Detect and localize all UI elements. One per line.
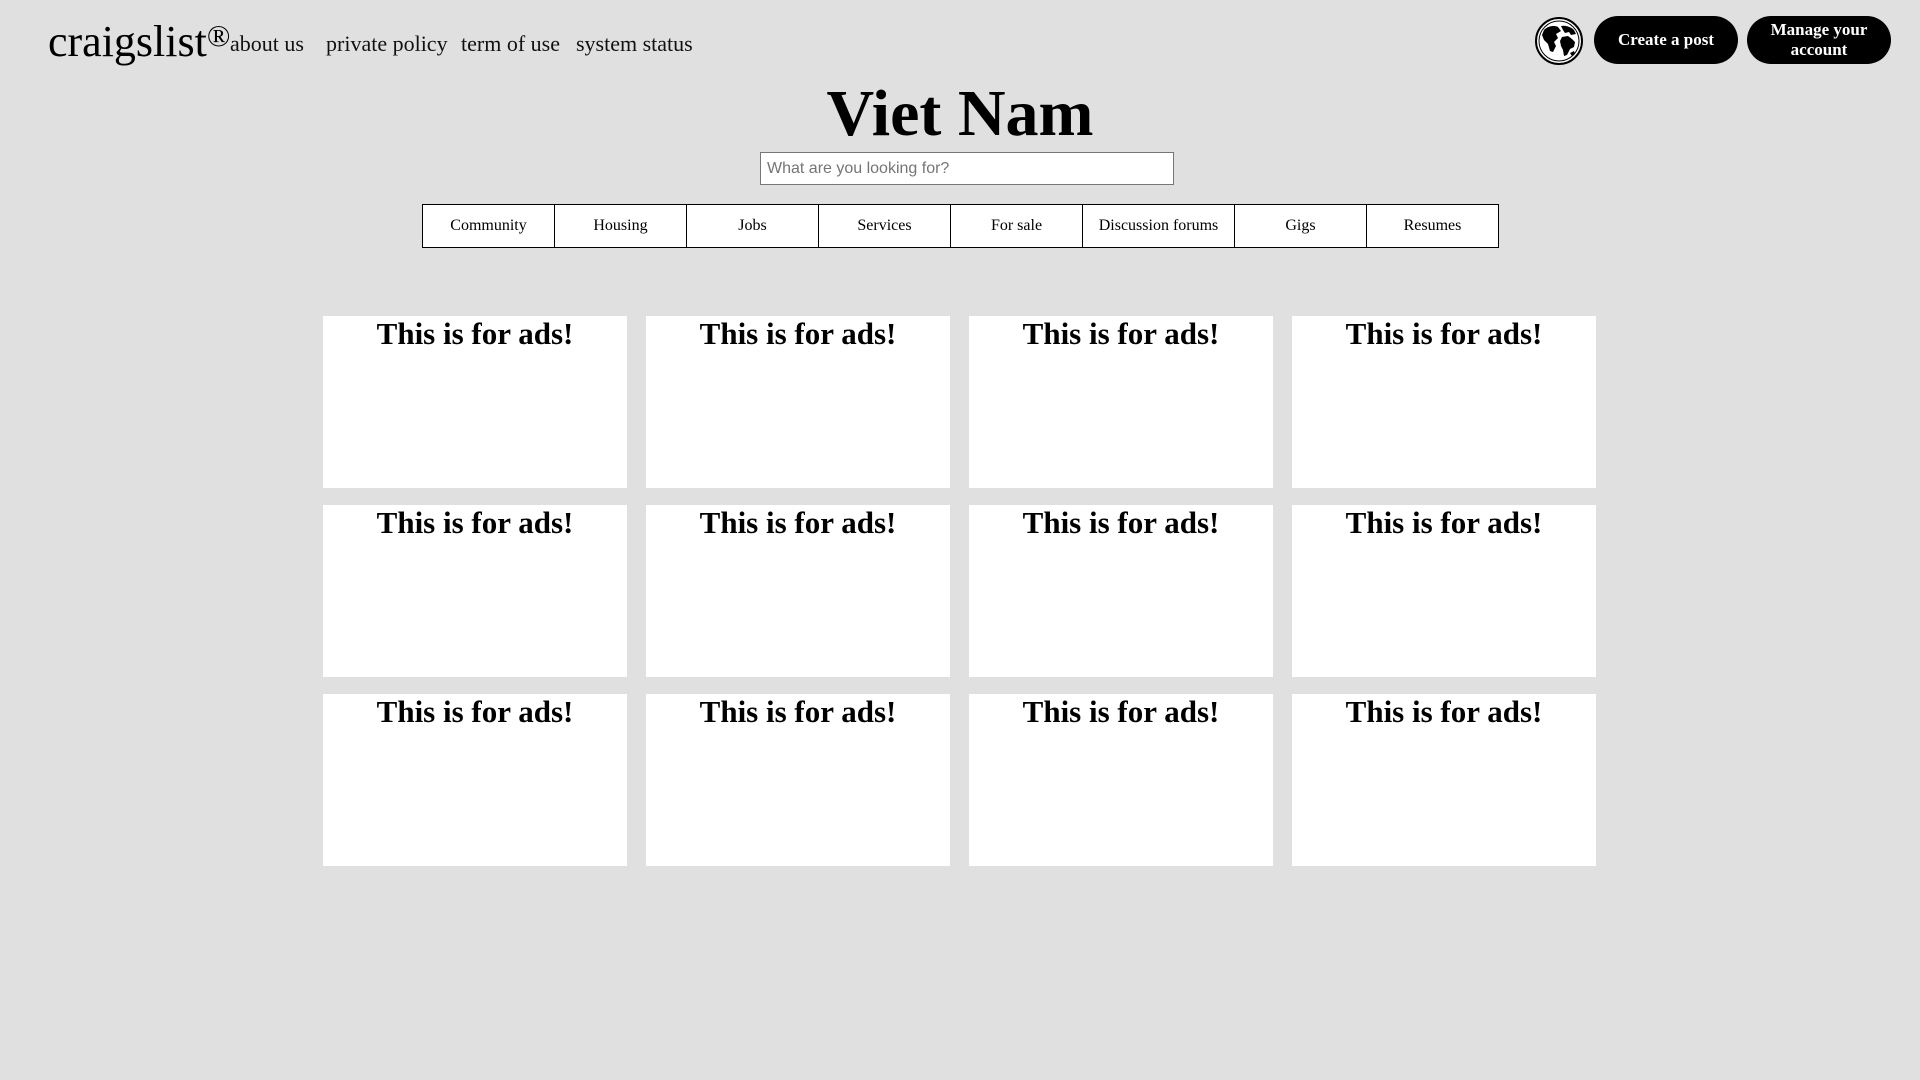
ad-card[interactable]: This is for ads! [323,505,627,677]
ad-card[interactable]: This is for ads! [1292,316,1596,488]
ad-text: This is for ads! [1022,694,1220,729]
brand-name: craigslist [48,17,207,66]
ad-text: This is for ads! [376,694,574,729]
ad-card[interactable]: This is for ads! [646,694,950,866]
tab-for-sale[interactable]: For sale [950,204,1083,248]
ad-text: This is for ads! [376,505,574,540]
ad-text: This is for ads! [1345,505,1543,540]
ad-card[interactable]: This is for ads! [323,694,627,866]
ad-card[interactable]: This is for ads! [646,316,950,488]
ad-text: This is for ads! [1345,694,1543,729]
tab-jobs[interactable]: Jobs [686,204,819,248]
search-input[interactable] [760,152,1174,185]
create-post-button[interactable]: Create a post [1594,16,1738,64]
page: craigslist® about us private policy term… [0,0,1920,1080]
tab-services[interactable]: Services [818,204,951,248]
tab-gigs[interactable]: Gigs [1234,204,1367,248]
tab-community[interactable]: Community [422,204,555,248]
ad-text: This is for ads! [699,694,897,729]
tab-housing[interactable]: Housing [554,204,687,248]
manage-account-button[interactable]: Manage your account [1747,16,1891,64]
ad-text: This is for ads! [376,316,574,351]
registered-mark: ® [206,18,231,53]
ad-card[interactable]: This is for ads! [969,694,1273,866]
ad-text: This is for ads! [699,316,897,351]
ad-card[interactable]: This is for ads! [646,505,950,677]
nav-term-of-use[interactable]: term of use [461,30,560,58]
ad-card[interactable]: This is for ads! [323,316,627,488]
globe-icon[interactable] [1534,16,1584,66]
category-tabs: Community Housing Jobs Services For sale… [422,204,1499,248]
nav-private-policy[interactable]: private policy [326,30,448,58]
ads-grid: This is for ads! This is for ads! This i… [323,316,1596,866]
ad-text: This is for ads! [1345,316,1543,351]
ad-text: This is for ads! [699,505,897,540]
tab-discussion-forums[interactable]: Discussion forums [1082,204,1235,248]
ad-card[interactable]: This is for ads! [1292,694,1596,866]
nav-system-status[interactable]: system status [576,30,693,58]
page-title: Viet Nam [826,77,1094,150]
ad-text: This is for ads! [1022,505,1220,540]
brand-logo[interactable]: craigslist® [48,14,230,70]
ad-card[interactable]: This is for ads! [969,316,1273,488]
ad-card[interactable]: This is for ads! [969,505,1273,677]
ad-text: This is for ads! [1022,316,1220,351]
nav-about-us[interactable]: about us [230,30,304,58]
tab-resumes[interactable]: Resumes [1366,204,1499,248]
ad-card[interactable]: This is for ads! [1292,505,1596,677]
